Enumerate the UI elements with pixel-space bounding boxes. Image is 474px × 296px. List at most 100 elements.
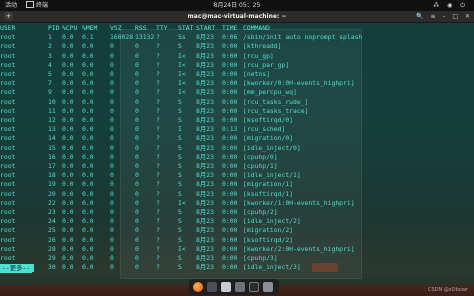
table-cell: 0:00 [222, 263, 238, 272]
close-button[interactable]: ✕ [465, 11, 470, 22]
table-cell: 0.0 [62, 79, 74, 88]
files-icon[interactable] [207, 282, 217, 292]
table-cell: I [178, 125, 182, 134]
table-cell: ? [156, 244, 160, 253]
table-cell: root [0, 70, 16, 78]
table-cell: 0 [110, 171, 114, 180]
table-cell: 0.0 [62, 97, 74, 106]
minimize-button[interactable]: – [442, 11, 445, 22]
table-cell: 0:06 [222, 33, 238, 42]
table-cell: 0 [110, 180, 114, 189]
table-cell: 0:00 [222, 97, 238, 106]
table-cell: [cpuhp/1] [243, 162, 278, 170]
table-cell: 0:00 [222, 198, 238, 207]
table-cell: 0:00 [222, 60, 238, 69]
table-cell: 0:00 [222, 208, 238, 216]
column-header: TIME [222, 24, 238, 32]
search-icon[interactable]: 🔍 [416, 11, 423, 22]
column-header: START [196, 24, 216, 32]
table-cell: S [178, 171, 182, 180]
table-cell: S [178, 152, 182, 161]
table-cell: 0:00 [222, 42, 238, 51]
table-cell: 8月23 [196, 51, 214, 60]
table-cell: 8月23 [196, 244, 214, 253]
table-cell: 0 [135, 79, 139, 88]
table-cell: root [0, 143, 16, 152]
table-cell: Ss [178, 33, 186, 42]
table-cell: [kthreadd] [243, 42, 282, 51]
table-cell: 10 [48, 97, 56, 106]
table-cell: 0 [135, 116, 139, 124]
table-cell: I< [178, 244, 186, 253]
table-cell: 0.0 [82, 226, 94, 235]
table-cell: 0:00 [222, 254, 238, 262]
table-cell: 23 [48, 208, 56, 216]
table-cell: 0.0 [62, 125, 74, 134]
table-cell: 0:00 [222, 235, 238, 244]
system-tray[interactable]: ⁂ ◉ ⏻ [433, 0, 468, 11]
table-cell: 0:00 [222, 143, 238, 152]
table-cell: 0.0 [82, 51, 94, 60]
document-icon[interactable] [221, 282, 231, 292]
table-cell: [cpuhp/3] [243, 254, 278, 262]
table-cell: 15 [48, 143, 56, 152]
table-cell: ? [156, 171, 160, 180]
table-cell: I< [178, 51, 186, 60]
table-cell: 8月23 [196, 180, 214, 189]
table-cell: 8月23 [196, 106, 214, 115]
table-cell: 0 [110, 162, 114, 170]
terminal-output[interactable]: USER PID %CPU %MEM VSZ RSS TTY STAT START TIME COM… [0, 23, 474, 285]
table-cell: 0.0 [62, 171, 74, 180]
terminal-icon[interactable] [249, 282, 259, 292]
table-cell: root [0, 217, 16, 226]
table-cell: 0 [110, 152, 114, 161]
maximize-button[interactable]: □ [452, 11, 458, 22]
table-cell: [mm_percpu_wq] [243, 88, 297, 97]
table-cell: S [178, 263, 182, 272]
table-cell: 0.0 [62, 162, 74, 170]
table-cell: 0 [135, 171, 139, 180]
table-cell: 0.0 [62, 226, 74, 235]
table-cell: 0:00 [222, 226, 238, 235]
table-cell: S [178, 254, 182, 262]
table-cell: 0 [135, 70, 139, 78]
table-cell: 16 [48, 152, 56, 161]
settings-icon[interactable] [235, 282, 245, 292]
table-cell: 0.0 [62, 70, 74, 78]
table-cell: 0.0 [82, 198, 94, 207]
table-cell: /sbin/init auto noprompt splash [243, 33, 363, 42]
column-header: PID [48, 24, 60, 32]
table-cell: 0 [135, 88, 139, 97]
apps-grid-icon[interactable] [263, 282, 273, 292]
table-cell: root [0, 125, 16, 134]
table-cell: 8月23 [196, 226, 214, 235]
table-cell: 0 [135, 263, 139, 272]
table-cell: 0 [110, 263, 114, 272]
table-cell: 0 [135, 180, 139, 189]
clock[interactable]: 8月24日 05：25 [0, 0, 474, 11]
firefox-icon[interactable] [193, 282, 203, 292]
table-cell: 0.0 [82, 217, 94, 226]
table-cell: S [178, 42, 182, 51]
table-cell: root [0, 106, 16, 115]
table-cell: 0 [135, 217, 139, 226]
table-cell: 0.0 [82, 88, 94, 97]
table-cell: 22 [48, 198, 56, 207]
table-cell: 0 [110, 226, 114, 235]
table-cell: ? [156, 162, 160, 170]
table-cell: 0.0 [82, 79, 94, 88]
table-cell: 0.0 [82, 263, 94, 272]
table-cell: S [178, 180, 182, 189]
table-cell: 0.0 [82, 162, 94, 170]
table-cell: ? [156, 226, 160, 235]
menu-icon[interactable]: ≡ [431, 11, 436, 22]
table-cell: 9 [48, 88, 52, 97]
window-controls: 🔍 ≡ – □ ✕ [411, 11, 470, 22]
table-cell: root [0, 88, 16, 97]
table-cell: [cpuhp/0] [243, 152, 278, 161]
table-cell: 0 [110, 198, 114, 207]
table-cell: 0 [135, 97, 139, 106]
table-cell: root [0, 60, 16, 69]
table-cell: 0 [110, 235, 114, 244]
table-cell: 0.0 [62, 60, 74, 69]
